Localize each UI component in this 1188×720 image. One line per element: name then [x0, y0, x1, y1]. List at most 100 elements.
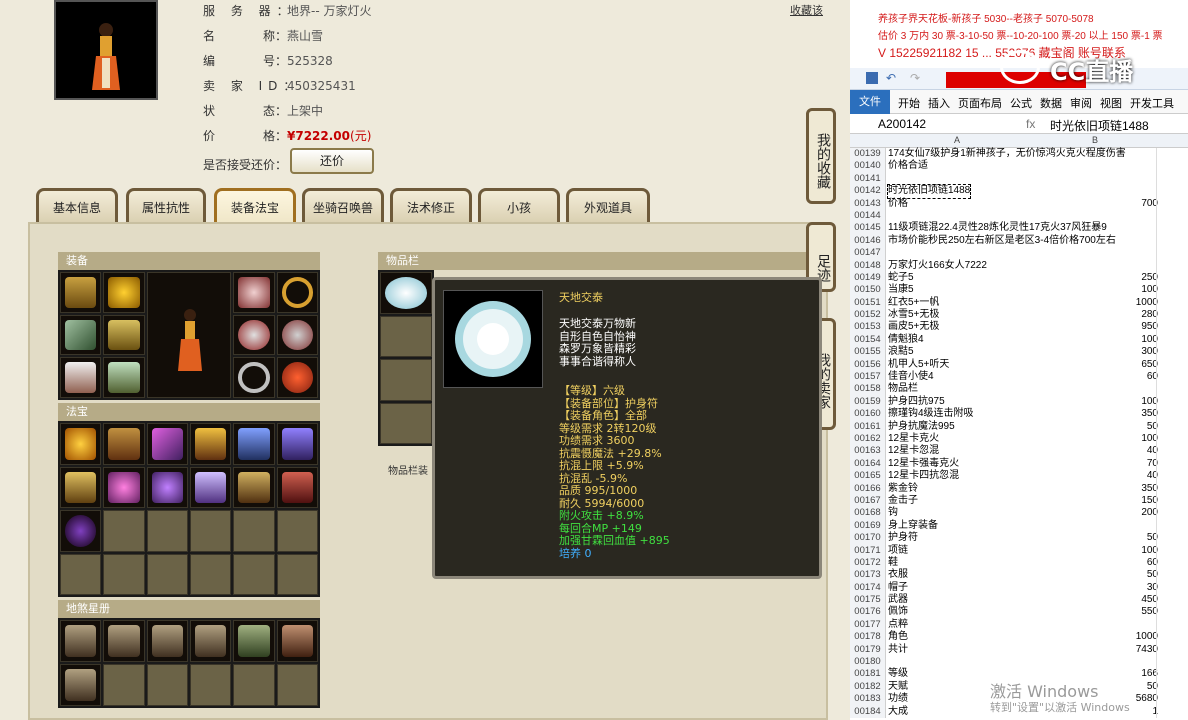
- row-number[interactable]: 00143: [850, 197, 886, 210]
- row-number[interactable]: 00178: [850, 631, 886, 644]
- sheet-row[interactable]: 00142 时光依旧项链1488: [850, 184, 1188, 199]
- cell-a[interactable]: 佳音小使4: [888, 371, 934, 383]
- equip-slot[interactable]: [103, 272, 145, 313]
- sheet-row[interactable]: 00173 衣服 50: [850, 569, 1188, 582]
- row-number[interactable]: 00176: [850, 606, 886, 619]
- sheet-row[interactable]: 00174 帽子 30: [850, 581, 1188, 595]
- row-number[interactable]: 00166: [850, 482, 886, 495]
- sheet-row[interactable]: 00160 擦瑾钩4级连击附吸 350: [850, 408, 1188, 421]
- sheet-row[interactable]: 00162 12星卡克火 100: [850, 432, 1188, 446]
- cell-a[interactable]: 倩魁狼4: [888, 334, 924, 346]
- fabao-slot[interactable]: [146, 553, 188, 595]
- sheet-row[interactable]: 00154 倩魁狼4 100: [850, 333, 1188, 347]
- row-number[interactable]: 00158: [850, 383, 886, 396]
- row-number[interactable]: 00170: [850, 532, 886, 545]
- sheet-row[interactable]: 00140 价格合适: [850, 160, 1188, 173]
- item-slot[interactable]: [380, 272, 432, 314]
- fabao-slot[interactable]: [146, 466, 188, 508]
- fabao-slot[interactable]: [233, 553, 275, 595]
- row-number[interactable]: 00147: [850, 247, 886, 260]
- cell-a[interactable]: 12星卡克火: [888, 433, 939, 445]
- sheet-row[interactable]: 00169 身上穿装备: [850, 519, 1188, 533]
- row-number[interactable]: 00140: [850, 160, 886, 173]
- ribbon-tab-developer[interactable]: 开发工具: [1130, 95, 1174, 111]
- fabao-slot[interactable]: [103, 466, 145, 508]
- row-number[interactable]: 00184: [850, 705, 886, 718]
- row-number[interactable]: 00181: [850, 668, 886, 681]
- row-number[interactable]: 00182: [850, 680, 886, 694]
- tab-attributes[interactable]: 属性抗性: [126, 188, 206, 224]
- row-number[interactable]: 00174: [850, 581, 886, 595]
- row-number[interactable]: 00173: [850, 569, 886, 582]
- row-number[interactable]: 00183: [850, 693, 886, 706]
- fabao-slot[interactable]: [189, 553, 232, 595]
- ribbon-tab-layout[interactable]: 页面布局: [958, 95, 1002, 111]
- cell-a[interactable]: 12星卡强毒克火: [888, 458, 959, 470]
- row-number[interactable]: 00161: [850, 420, 886, 433]
- tab-spells[interactable]: 法术修正: [390, 188, 472, 224]
- cell-a[interactable]: 项链: [888, 545, 908, 557]
- sheet-row[interactable]: 00156 机甲人5+听天 650: [850, 358, 1188, 372]
- row-number[interactable]: 00165: [850, 470, 886, 483]
- sheet-row[interactable]: 00158 物品栏: [850, 383, 1188, 396]
- cell-a[interactable]: 擦瑾钩4级连击附吸: [888, 408, 974, 420]
- sheet-row[interactable]: 00147: [850, 247, 1188, 260]
- sheet-row[interactable]: 00157 佳音小使4 60: [850, 371, 1188, 384]
- row-number[interactable]: 00141: [850, 172, 886, 186]
- equip-slot[interactable]: [233, 314, 275, 356]
- cell-a[interactable]: 鞋: [888, 557, 898, 569]
- sheet-row[interactable]: 00176 佩饰 550: [850, 606, 1188, 619]
- row-number[interactable]: 00153: [850, 321, 886, 334]
- tiansha-slot[interactable]: [146, 664, 188, 706]
- fabao-slot[interactable]: [276, 553, 318, 595]
- cell-a[interactable]: 市场价能秒民250左右新区是老区3-4倍价格700左右: [888, 235, 1116, 247]
- sheet-row[interactable]: 00148 万家灯火166女人7222: [850, 259, 1188, 272]
- cell-b[interactable]: 1000: [1136, 297, 1158, 309]
- cell-a[interactable]: 时光依旧项链1488: [886, 184, 972, 199]
- tiansha-slot[interactable]: [233, 620, 275, 662]
- row-number[interactable]: 00164: [850, 457, 886, 471]
- tiansha-slot[interactable]: [103, 664, 145, 706]
- counter-offer-button[interactable]: 还价: [290, 148, 374, 174]
- tiansha-slot[interactable]: [233, 664, 275, 706]
- sheet-row[interactable]: 00163 12星卡忽混 40: [850, 445, 1188, 458]
- cell-a[interactable]: 金击子: [888, 495, 918, 507]
- row-number[interactable]: 00154: [850, 333, 886, 347]
- sheet-row[interactable]: 00155 浪黠5 300: [850, 346, 1188, 359]
- sheet-row[interactable]: 00152 冰雪5+无极 280: [850, 309, 1188, 322]
- sheet-row[interactable]: 00167 金击子 150: [850, 494, 1188, 508]
- cell-a[interactable]: 等级: [888, 668, 908, 680]
- cell-a[interactable]: 钩: [888, 507, 898, 519]
- cell-a[interactable]: 点粹: [888, 619, 908, 631]
- tab-mounts[interactable]: 坐骑召唤兽: [302, 188, 384, 224]
- row-number[interactable]: 00148: [850, 259, 886, 272]
- fabao-slot[interactable]: [60, 423, 102, 465]
- sheet-row[interactable]: 00166 紫金铃 350: [850, 482, 1188, 495]
- cell-a[interactable]: 护身符: [888, 532, 918, 544]
- side-button-favorites[interactable]: 我的收藏: [806, 108, 836, 204]
- sheet-row[interactable]: 00141: [850, 172, 1188, 186]
- cell-a[interactable]: 174女仙7级护身1新神孩子，无价惊鸿火克火程度伤害: [888, 148, 1126, 160]
- tiansha-slot[interactable]: [276, 664, 318, 706]
- row-number[interactable]: 00162: [850, 432, 886, 446]
- sheet-row[interactable]: 00145 11级项链混22.4灵性28炼化灵性17克火37风狂暴9: [850, 222, 1188, 235]
- row-number[interactable]: 00163: [850, 445, 886, 458]
- sheet-row[interactable]: 00179 共计 7430: [850, 643, 1188, 657]
- fabao-slot[interactable]: [276, 510, 318, 552]
- save-icon[interactable]: [866, 72, 878, 84]
- row-number[interactable]: 00142: [850, 185, 886, 198]
- cell-a[interactable]: 价格合适: [888, 160, 928, 172]
- sheet-row[interactable]: 00149 蛇子5 250: [850, 271, 1188, 285]
- sheet-row[interactable]: 00178 角色 1000: [850, 631, 1188, 644]
- fabao-slot[interactable]: [189, 466, 232, 508]
- name-box[interactable]: A200142: [878, 117, 926, 131]
- undo-icon[interactable]: ↶: [886, 71, 896, 85]
- row-number[interactable]: 00155: [850, 346, 886, 359]
- cell-a[interactable]: 紫金铃: [888, 483, 918, 495]
- tab-basic-info[interactable]: 基本信息: [36, 188, 118, 224]
- tab-appearance[interactable]: 外观道具: [566, 188, 650, 224]
- row-number[interactable]: 00150: [850, 284, 886, 297]
- tiansha-slot[interactable]: [60, 620, 102, 662]
- fabao-slot[interactable]: [276, 423, 318, 465]
- sheet-row[interactable]: 00170 护身符 50: [850, 532, 1188, 545]
